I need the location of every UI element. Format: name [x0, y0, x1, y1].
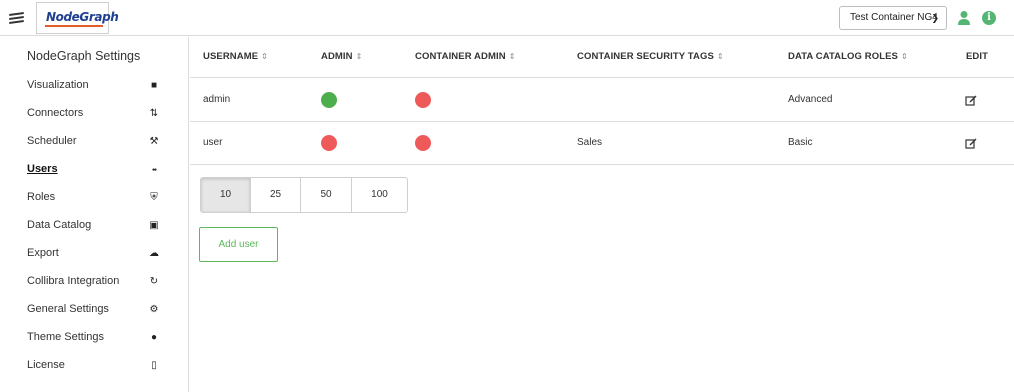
column-header-admin[interactable]: ADMIN ⇕: [321, 51, 362, 62]
cloud-download-icon: ☁: [149, 248, 159, 259]
edit-icon[interactable]: [965, 137, 977, 149]
container-admin-status-indicator: [415, 92, 431, 108]
folder-icon: ■: [150, 80, 158, 91]
column-header-container-admin[interactable]: CONTAINER ADMIN ⇕: [415, 51, 516, 62]
arrows-updown-icon: ⇅: [149, 108, 159, 119]
sidebar-item-label: Connectors: [27, 107, 84, 119]
sidebar-item-users[interactable]: Users ●●: [0, 158, 188, 182]
table-row: admin Advanced: [190, 79, 1014, 122]
users-panel: USERNAME ⇕ ADMIN ⇕ CONTAINER ADMIN ⇕ CONTAINER…: [190, 37, 1014, 392]
sidebar-item-label: Roles: [27, 191, 56, 203]
edit-icon[interactable]: [965, 94, 977, 106]
sidebar-item-license[interactable]: License ▯: [0, 354, 188, 378]
sort-icon: ⇕: [355, 52, 363, 61]
sidebar-title: NodeGraph Settings: [27, 49, 141, 63]
sort-icon: ⇕: [508, 52, 516, 61]
top-bar: NodeGraph Test Container NG4 ❯ i: [0, 0, 1014, 36]
inbox-icon: ▣: [149, 220, 159, 231]
info-icon[interactable]: i: [982, 11, 996, 25]
sidebar-item-roles[interactable]: Roles ⛨: [0, 186, 188, 210]
sidebar-item-label: Users: [27, 163, 58, 175]
sidebar-item-label: Export: [27, 247, 59, 259]
column-header-label: USERNAME: [203, 51, 259, 62]
gear-icon: ⚙: [149, 304, 159, 315]
sidebar-item-label: Scheduler: [27, 135, 77, 147]
username-cell: admin: [203, 94, 231, 105]
user-profile-icon[interactable]: [957, 10, 971, 26]
sidebar-item-label: General Settings: [27, 303, 109, 315]
sidebar-item-label: Collibra Integration: [27, 275, 120, 287]
logo[interactable]: NodeGraph: [36, 2, 119, 34]
sync-icon: ↻: [149, 276, 159, 287]
column-header-container-security-tags[interactable]: CONTAINER SECURITY TAGS ⇕: [577, 51, 724, 62]
column-header-label: EDIT: [966, 51, 989, 62]
data-catalog-roles-cell: Advanced: [788, 94, 833, 105]
data-catalog-roles-cell: Basic: [788, 137, 813, 148]
column-header-label: CONTAINER ADMIN: [415, 51, 506, 62]
sidebar-item-label: Data Catalog: [27, 219, 92, 231]
table-row: user Sales Basic: [190, 122, 1014, 165]
sidebar-item-label: Visualization: [27, 79, 89, 91]
sidebar-item-label: Theme Settings: [27, 331, 105, 343]
chevron-down-icon: ❯: [931, 13, 939, 23]
page-size-option-50[interactable]: 50: [301, 178, 352, 212]
sidebar-item-data-catalog[interactable]: Data Catalog ▣: [0, 214, 188, 238]
page-size-selector: 10 25 50 100: [200, 177, 408, 213]
column-header-username[interactable]: USERNAME ⇕: [203, 51, 268, 62]
admin-status-indicator: [321, 92, 337, 108]
sidebar-item-theme-settings[interactable]: Theme Settings ●: [0, 326, 188, 350]
container-admin-status-indicator: [415, 135, 431, 151]
column-header-label: CONTAINER SECURITY TAGS: [577, 51, 714, 62]
sidebar-item-general-settings[interactable]: General Settings ⚙: [0, 298, 188, 322]
security-tags-cell: Sales: [577, 137, 603, 148]
settings-sidebar: NodeGraph Settings Visualization ■ Connect…: [0, 37, 189, 392]
shield-icon: ⛨: [150, 192, 158, 203]
sidebar-item-export[interactable]: Export ☁: [0, 242, 188, 266]
page-size-option-10[interactable]: 10: [201, 178, 251, 212]
palette-icon: ●: [150, 332, 158, 343]
menu-icon[interactable]: [6, 7, 30, 29]
table-header: USERNAME ⇕ ADMIN ⇕ CONTAINER ADMIN ⇕ CONTAINER…: [190, 37, 1014, 78]
sort-icon: ⇕: [261, 52, 268, 61]
container-selector[interactable]: Test Container NG4 ❯: [839, 6, 947, 30]
sort-icon: ⇕: [900, 52, 908, 61]
column-header-label: ADMIN: [321, 51, 353, 62]
page-size-option-100[interactable]: 100: [352, 178, 407, 212]
sidebar-item-visualization[interactable]: Visualization ■: [0, 74, 188, 98]
username-cell: user: [203, 137, 223, 148]
page-size-option-25[interactable]: 25: [251, 178, 301, 212]
container-selector-value: Test Container NG4: [850, 12, 938, 23]
add-user-button[interactable]: Add user: [199, 227, 278, 262]
logo-underline: [45, 25, 103, 27]
sidebar-item-collibra-integration[interactable]: Collibra Integration ↻: [0, 270, 188, 294]
users-icon: ●●: [151, 167, 157, 173]
column-header-data-catalog-roles[interactable]: DATA CATALOG ROLES ⇕: [788, 51, 908, 62]
sidebar-item-scheduler[interactable]: Scheduler ⚒: [0, 130, 188, 154]
sidebar-item-connectors[interactable]: Connectors ⇅: [0, 102, 188, 126]
file-icon: ▯: [151, 360, 157, 371]
admin-status-indicator: [321, 135, 337, 151]
sort-icon: ⇕: [716, 52, 724, 61]
wrench-icon: ⚒: [149, 136, 159, 147]
logo-text: NodeGraph: [46, 10, 119, 24]
column-header-label: DATA CATALOG ROLES: [788, 51, 898, 62]
sidebar-item-label: License: [27, 359, 65, 371]
column-header-edit: EDIT: [966, 51, 988, 62]
